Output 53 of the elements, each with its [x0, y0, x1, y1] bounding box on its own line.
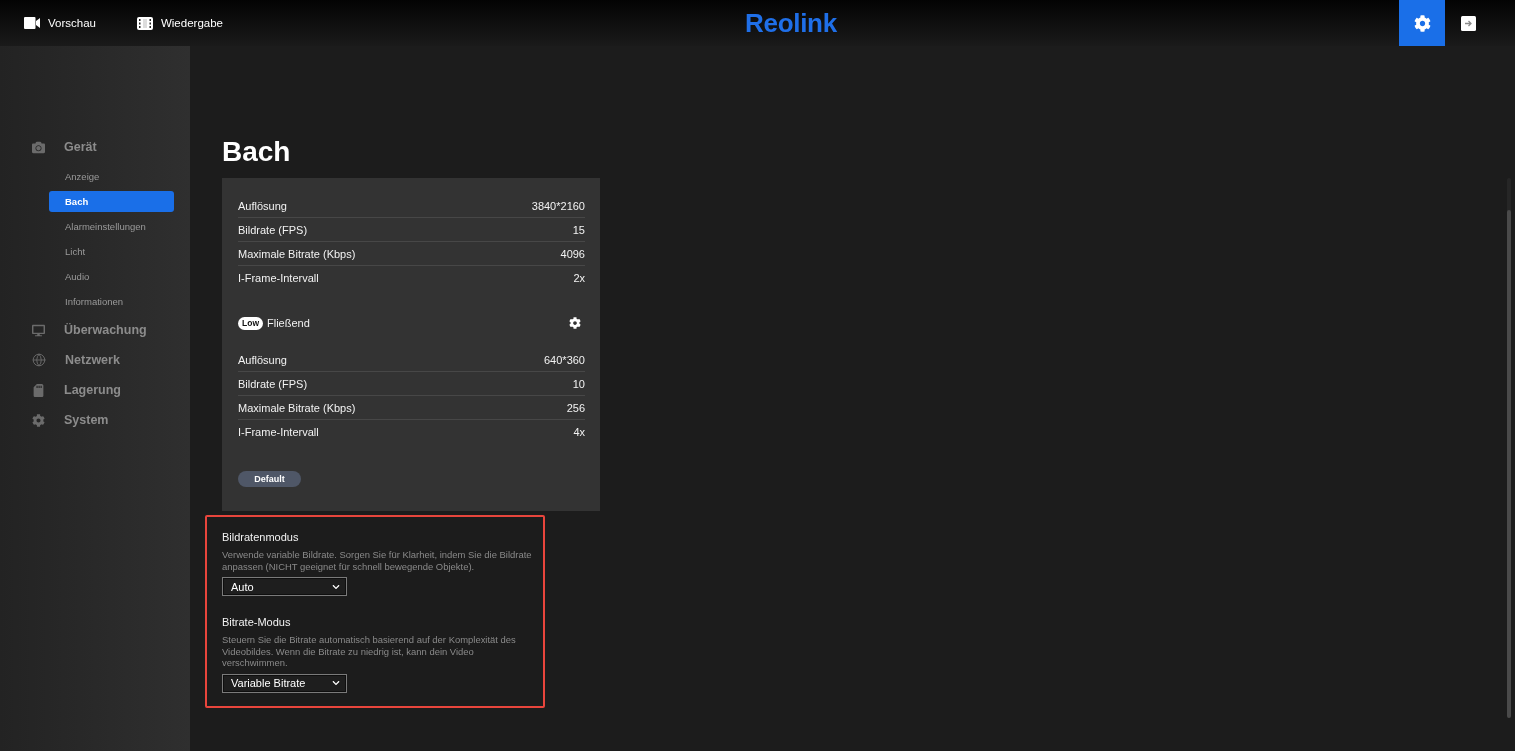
setting-value: 15 — [572, 223, 585, 236]
setting-value: 256 — [566, 401, 585, 414]
logout-icon — [1460, 15, 1476, 31]
setting-value: 2x — [573, 271, 585, 284]
setting-label: Auflösung — [238, 199, 287, 212]
settings-button[interactable] — [1399, 0, 1445, 46]
sidebar-heading[interactable]: Lagerung — [0, 375, 190, 405]
default-button[interactable]: Default — [238, 471, 301, 487]
setting-label: I-Frame-Intervall — [238, 425, 319, 438]
nav-link[interactable]: Vorschau — [24, 17, 96, 29]
option-title: Bildratenmodus — [222, 530, 299, 545]
sidebar-heading[interactable]: Gerät — [0, 132, 190, 162]
sidebar-item[interactable]: Informationen — [49, 291, 174, 312]
setting-label: Bildrate (FPS) — [238, 223, 308, 236]
sidebar-item[interactable]: Alarmeinstellungen — [49, 216, 174, 237]
setting-value: 640*360 — [544, 353, 585, 366]
sd-card-icon — [32, 383, 45, 397]
settings-icon[interactable] — [569, 317, 581, 329]
monitor-icon — [32, 323, 45, 337]
sidebar-heading[interactable]: Überwachung — [0, 315, 190, 345]
page-title: Bach — [222, 135, 291, 169]
setting-label: Maximale Bitrate (Kbps) — [238, 401, 356, 414]
setting-value: 4096 — [560, 247, 585, 260]
sidebar-heading[interactable]: System — [0, 405, 190, 435]
stream-name: Fließend — [267, 317, 311, 329]
globe-icon — [32, 353, 46, 367]
setting-label: Bildrate (FPS) — [238, 377, 308, 390]
sidebar-item[interactable]: Bach — [49, 191, 174, 212]
video-camera-icon — [24, 17, 40, 29]
setting-value: 4x — [573, 425, 585, 438]
sidebar-heading[interactable]: Netzwerk — [0, 345, 190, 375]
option-title: Bitrate-Modus — [222, 615, 291, 630]
option-description: Verwende variable Bildrate. Sorgen Sie für Klarheit, indem Sie die Bildrate anpassen (NICHT geeignet für schnell bewegende Objekte). — [222, 549, 533, 572]
dropdown[interactable]: Auto — [222, 577, 347, 596]
film-icon — [136, 16, 153, 30]
sidebar-item[interactable]: Anzeige — [49, 166, 174, 187]
sidebar-item[interactable]: Licht — [49, 241, 174, 262]
settings-icon — [1413, 14, 1431, 32]
camera-icon — [32, 140, 45, 154]
chevron-down-icon — [332, 679, 340, 687]
setting-label: Maximale Bitrate (Kbps) — [238, 247, 356, 260]
sidebar-item[interactable]: Audio — [49, 266, 174, 287]
chevron-down-icon — [332, 582, 340, 591]
setting-value: 10 — [572, 377, 585, 390]
dropdown[interactable]: Variable Bitrate — [222, 673, 347, 693]
logo: Reolink — [745, 8, 837, 38]
setting-label: Auflösung — [238, 353, 287, 366]
nav-link[interactable]: Wiedergabe — [136, 16, 223, 30]
gear-icon — [32, 413, 45, 427]
option-description: Steuern Sie die Bitrate automatisch basierend auf der Komplexität des Videobildes. Wenn die Bitrate zu niedrig ist, kann dein Video verschwimmen. — [222, 634, 517, 669]
setting-label: I-Frame-Intervall — [238, 271, 319, 284]
stream-badge: Low — [238, 316, 263, 330]
setting-value: 3840*2160 — [531, 199, 585, 212]
